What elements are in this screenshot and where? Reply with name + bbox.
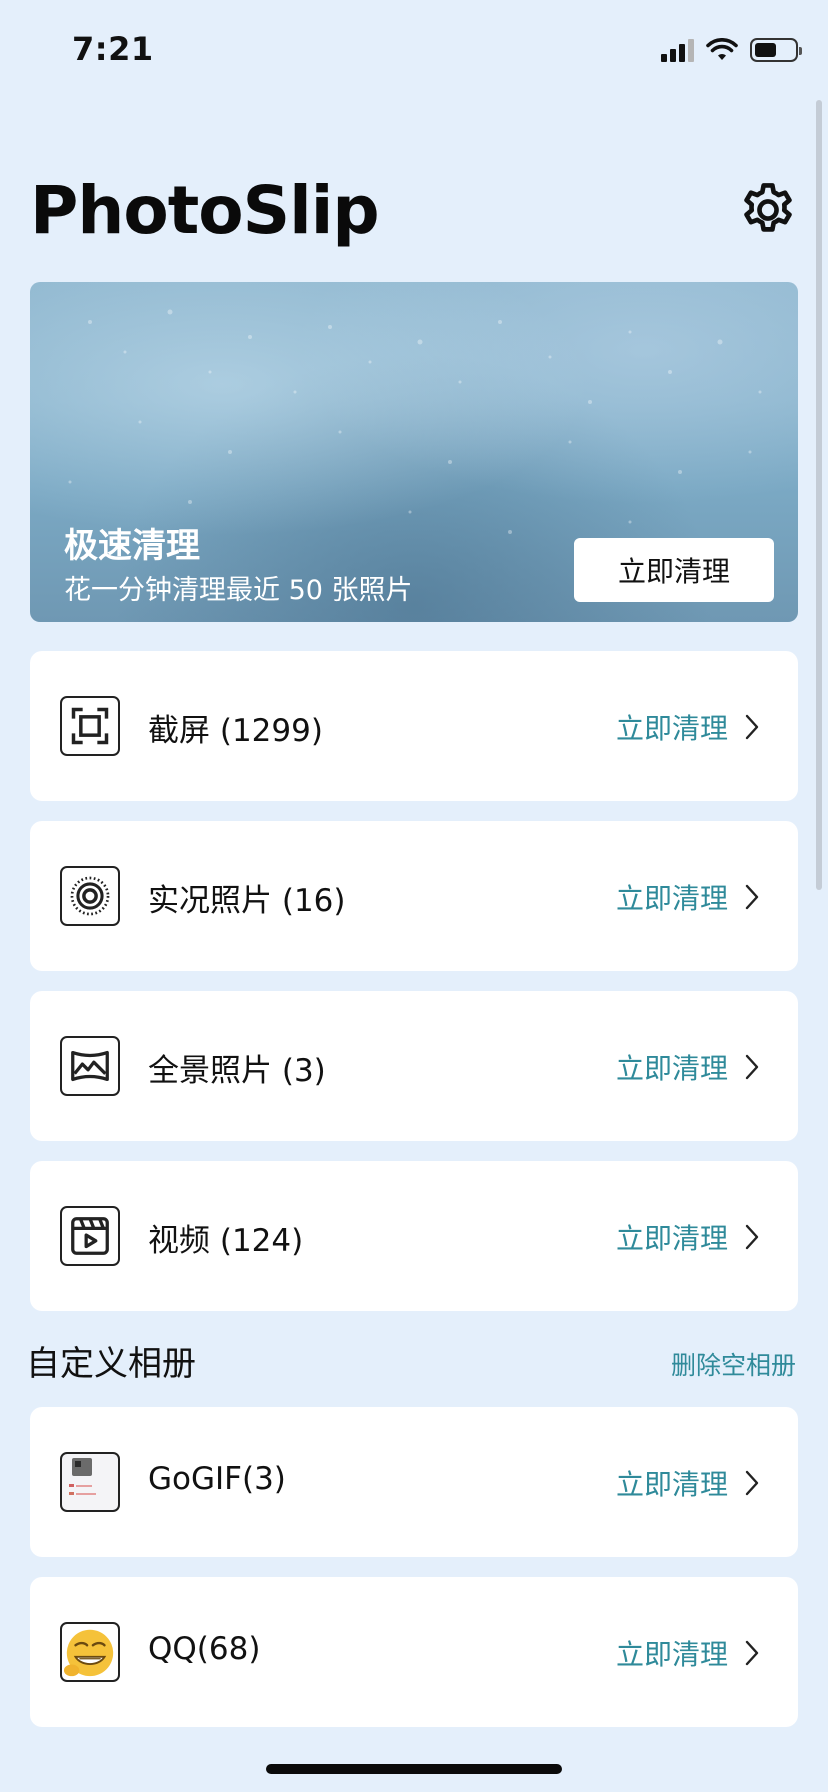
album-label: GoGIF(3) (148, 1461, 286, 1497)
clean-now-link[interactable]: 立即清理 (616, 1463, 728, 1503)
gogif-album-thumbnail (60, 1452, 120, 1512)
live-photo-icon (60, 866, 120, 926)
clean-now-link[interactable]: 立即清理 (616, 1047, 728, 1087)
gear-icon (744, 183, 792, 232)
qq-album-thumbnail (60, 1622, 120, 1682)
clean-now-link[interactable]: 立即清理 (616, 1633, 728, 1673)
delete-empty-albums-link[interactable]: 删除空相册 (671, 1346, 796, 1382)
status-icons (661, 36, 802, 64)
chevron-right-icon (745, 884, 759, 910)
panorama-icon (60, 1036, 120, 1096)
chevron-right-icon (745, 1054, 759, 1080)
settings-button[interactable] (736, 178, 800, 242)
clean-now-link[interactable]: 立即清理 (616, 877, 728, 917)
cellular-signal-icon (661, 38, 694, 62)
chevron-right-icon (745, 714, 759, 740)
album-row-gogif[interactable]: GoGIF(3) 立即清理 (30, 1407, 798, 1557)
category-label: 截屏 (1299) (148, 713, 323, 749)
category-row-panoramas[interactable]: 全景照片 (3) 立即清理 (30, 991, 798, 1141)
clean-now-link[interactable]: 立即清理 (616, 707, 728, 747)
quick-clean-button[interactable]: 立即清理 (574, 538, 774, 602)
wifi-icon (706, 38, 738, 60)
clean-now-link[interactable]: 立即清理 (616, 1217, 728, 1257)
custom-albums-heading: 自定义相册 (26, 1344, 196, 1384)
status-time: 7:21 (72, 30, 154, 68)
app-title: PhotoSlip (30, 172, 380, 249)
video-icon (60, 1206, 120, 1266)
category-label: 实况照片 (16) (148, 883, 346, 919)
status-bar: 7:21 (0, 0, 828, 100)
banner-subtitle: 花一分钟清理最近 50 张照片 (64, 575, 413, 606)
album-label: QQ(68) (148, 1631, 261, 1667)
album-row-qq[interactable]: QQ(68) 立即清理 (30, 1577, 798, 1727)
quick-clean-banner[interactable]: 极速清理 花一分钟清理最近 50 张照片 立即清理 (30, 282, 798, 622)
screenshot-icon (60, 696, 120, 756)
category-row-live-photos[interactable]: 实况照片 (16) 立即清理 (30, 821, 798, 971)
category-row-videos[interactable]: 视频 (124) 立即清理 (30, 1161, 798, 1311)
banner-title: 极速清理 (64, 526, 200, 566)
chevron-right-icon (745, 1470, 759, 1496)
category-label: 视频 (124) (148, 1223, 304, 1259)
category-row-screenshots[interactable]: 截屏 (1299) 立即清理 (30, 651, 798, 801)
home-indicator[interactable] (266, 1764, 562, 1774)
category-label: 全景照片 (3) (148, 1053, 326, 1089)
chevron-right-icon (745, 1224, 759, 1250)
scrollbar[interactable] (816, 100, 822, 890)
battery-icon (750, 38, 802, 62)
chevron-right-icon (745, 1640, 759, 1666)
